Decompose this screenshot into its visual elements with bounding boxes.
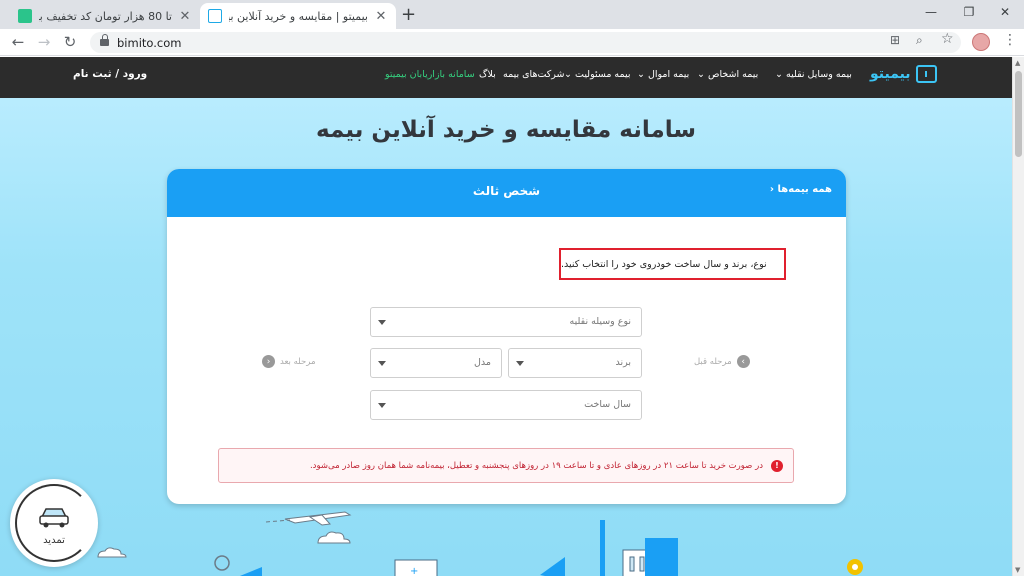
login-register-link[interactable]: ورود / ثبت نام <box>73 68 147 80</box>
next-step-label: مرحله بعد <box>280 356 316 367</box>
chevron-down-icon <box>378 320 386 325</box>
brand-select[interactable]: برند <box>508 348 642 378</box>
site-navbar: بیمیتو ⌄ بیمه وسایل نقلیه ⌄ بیمه اشخاص ⌄… <box>0 57 1012 98</box>
address-bar[interactable]: bimito.com <box>90 32 961 53</box>
nav-item-insurance-companies[interactable]: شرکت‌های بیمه <box>503 69 565 80</box>
browser-menu-icon[interactable]: ⋮ <box>1003 32 1017 48</box>
url-text: bimito.com <box>117 35 182 50</box>
translate-icon[interactable]: ⊞ <box>890 33 900 47</box>
brand-placeholder: برند <box>615 357 631 368</box>
bookmark-star-icon[interactable]: ☆ <box>941 31 954 47</box>
zoom-icon[interactable]: ⌕ <box>916 33 923 48</box>
tab-title: بیمیتو | مقایسه و خرید آنلاین بیمه <box>229 9 368 23</box>
logo-text: بیمیتو <box>870 66 911 82</box>
nav-item-vehicle-insurance[interactable]: ⌄ بیمه وسایل نقلیه <box>775 69 852 80</box>
car-icon <box>39 508 69 528</box>
nav-item-blog[interactable]: بلاگ <box>479 69 496 80</box>
chevron-left-icon: ‹ <box>262 355 275 368</box>
issuance-notice: ! در صورت خرید تا ساعت ۲۱ در روزهای عادی… <box>218 448 794 483</box>
nav-item-personal-insurance[interactable]: ⌄ بیمه اشخاص <box>697 69 758 80</box>
renew-floating-button[interactable]: تمدید <box>10 479 98 567</box>
nav-item-property-insurance[interactable]: ⌄ بیمه اموال <box>637 69 689 80</box>
chevron-down-icon <box>378 403 386 408</box>
nav-item-liability-insurance[interactable]: ⌄ بیمه مسئولیت <box>564 69 631 80</box>
chevron-down-icon <box>516 361 524 366</box>
nav-item-marketers-system[interactable]: سامانه بازاریابان بیمیتو <box>385 69 475 80</box>
restore-icon[interactable]: ❐ <box>960 5 978 19</box>
tab-close-icon[interactable]: ✕ <box>374 9 388 24</box>
vehicle-type-placeholder: نوع وسیله نقلیه <box>569 316 631 327</box>
card-header: شخص ثالث همه بیمه‌ها ‹ <box>167 169 846 217</box>
scrollbar-thumb[interactable] <box>1015 71 1022 157</box>
alert-icon: ! <box>771 459 783 472</box>
reload-icon[interactable]: ↻ <box>61 33 79 51</box>
logo-mark-icon <box>915 65 937 83</box>
back-arrow-icon[interactable]: ← <box>9 33 27 51</box>
browser-tab-bimito[interactable]: بیمیتو | مقایسه و خرید آنلاین بیمه ✕ <box>200 3 396 29</box>
page-title: سامانه مقایسه و خرید آنلاین بیمه <box>316 117 696 143</box>
forward-arrow-icon[interactable]: → <box>35 33 53 51</box>
scroll-up-icon[interactable]: ▲ <box>1015 59 1020 67</box>
instruction-text: نوع، برند و سال ساخت خودروی خود را انتخا… <box>559 248 786 280</box>
model-select[interactable]: مدل <box>370 348 502 378</box>
tab-title: تا 80 هزار تومان کد تخفیف بیمیتو بر <box>39 9 172 23</box>
insurance-form-card: شخص ثالث همه بیمه‌ها ‹ نوع، برند و سال س… <box>167 169 846 504</box>
location-pin-icon <box>214 555 863 575</box>
year-select[interactable]: سال ساخت <box>370 390 642 420</box>
browser-tab-bar: تا 80 هزار تومان کد تخفیف بیمیتو بر ✕ بی… <box>0 0 1024 29</box>
chevron-down-icon <box>378 361 386 366</box>
browser-toolbar: ← → ↻ bimito.com ⊞ ⌕ ☆ <box>0 29 1024 56</box>
cloud-icon <box>97 531 351 558</box>
prev-step-label: مرحله قبل <box>694 356 732 367</box>
page-viewport: بیمیتو ⌄ بیمه وسایل نقلیه ⌄ بیمه اشخاص ⌄… <box>0 57 1012 576</box>
all-insurances-link[interactable]: همه بیمه‌ها ‹ <box>770 184 832 195</box>
airplane-icon <box>265 511 352 526</box>
buildings-icon: + <box>239 520 678 576</box>
profile-avatar[interactable] <box>972 33 990 51</box>
minimize-icon[interactable]: — <box>922 5 940 19</box>
prev-step-button[interactable]: › مرحله قبل <box>694 355 750 368</box>
city-illustration: + <box>97 511 863 576</box>
vehicle-type-select[interactable]: نوع وسیله نقلیه <box>370 307 642 337</box>
chevron-right-icon: › <box>736 355 750 368</box>
model-placeholder: مدل <box>474 357 491 368</box>
svg-text:+: + <box>410 566 418 576</box>
close-icon[interactable]: ✕ <box>996 5 1014 19</box>
page-scrollbar[interactable]: ▲ ▼ <box>1012 57 1024 576</box>
lock-icon <box>100 34 109 46</box>
site-logo[interactable]: بیمیتو <box>870 65 937 83</box>
year-placeholder: سال ساخت <box>584 399 631 410</box>
tab-close-icon[interactable]: ✕ <box>178 9 192 24</box>
browser-tab-discount[interactable]: تا 80 هزار تومان کد تخفیف بیمیتو بر ✕ <box>10 3 200 29</box>
tab-favicon-icon <box>208 9 222 23</box>
card-title: شخص ثالث <box>472 184 541 198</box>
renew-label: تمدید <box>43 535 65 546</box>
next-step-button[interactable]: مرحله بعد ‹ <box>262 355 316 368</box>
scroll-down-icon[interactable]: ▼ <box>1015 566 1020 574</box>
notice-text: در صورت خرید تا ساعت ۲۱ در روزهای عادی و… <box>309 460 763 471</box>
plus-icon[interactable]: + <box>401 4 416 25</box>
tab-favicon-icon <box>18 9 32 23</box>
